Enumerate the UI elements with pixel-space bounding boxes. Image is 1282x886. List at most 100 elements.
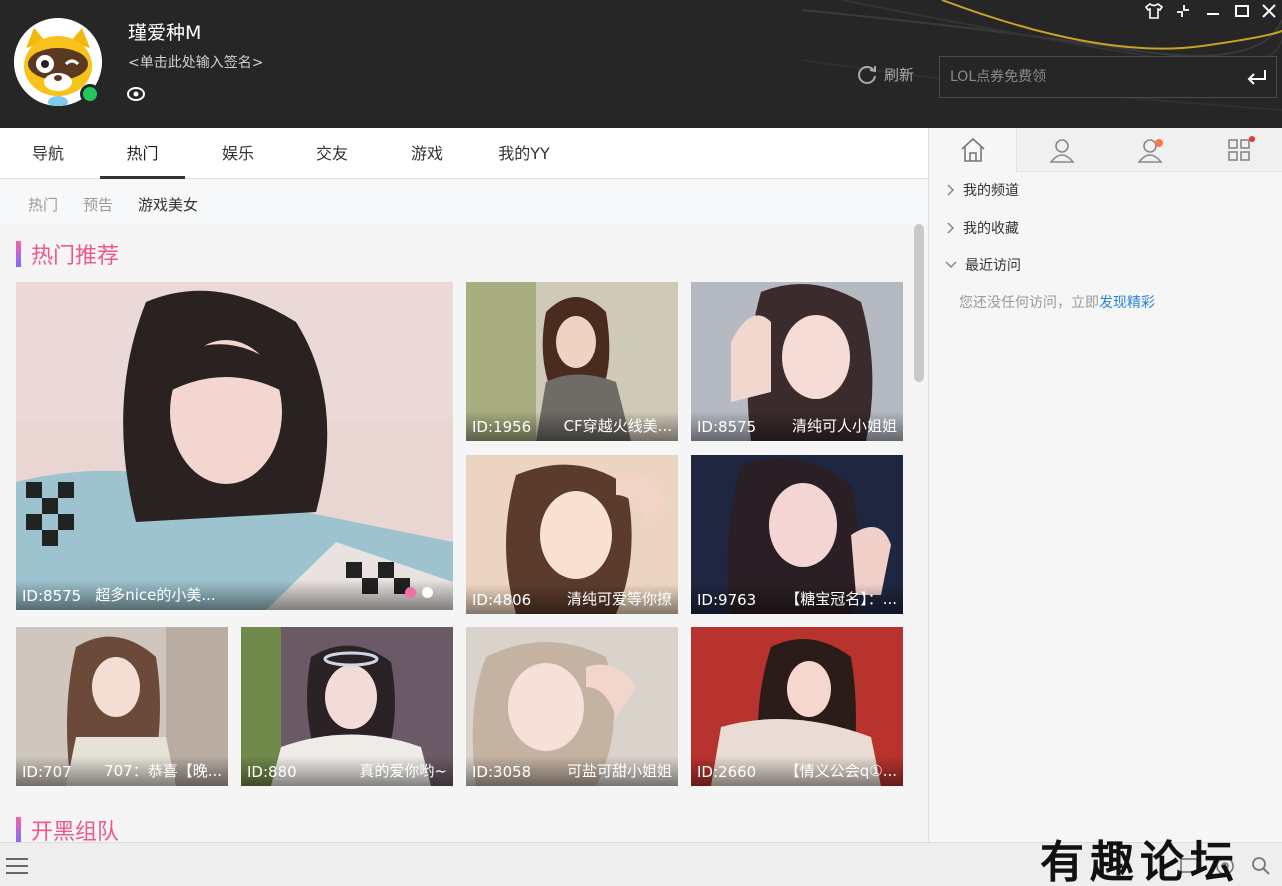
home-icon xyxy=(960,137,985,162)
mini-mode-icon xyxy=(1177,5,1189,17)
carousel-dots xyxy=(405,587,433,598)
apps-icon xyxy=(1228,136,1255,161)
side-tab-apps[interactable] xyxy=(1196,128,1282,172)
carousel-dot[interactable] xyxy=(405,587,416,598)
stream-caption: ID:8575 清纯可人小姐姐 xyxy=(691,411,903,441)
close-button[interactable] xyxy=(1256,0,1282,22)
stream-card-featured[interactable]: ID:8575 超多nice的小美... xyxy=(16,282,453,610)
side-tab-home[interactable] xyxy=(929,128,1017,172)
close-icon xyxy=(1262,4,1276,18)
tree-item-label: 最近访问 xyxy=(965,258,1021,274)
content-scrollbar[interactable] xyxy=(914,224,924,382)
yy-client-window: 瑾爱种M <单击此处输入签名> LOL点券免费领 导航 热门 娱乐 交友 游戏 … xyxy=(0,0,1282,886)
stream-caption: ID:9763 【糖宝冠名】：... xyxy=(691,584,903,614)
channel-id: ID:1956 xyxy=(472,418,532,436)
chevron-right-icon xyxy=(947,222,955,234)
main-content: 导航 热门 娱乐 交友 游戏 我的YY 热门 预告 游戏美女 热门推荐 ID:8… xyxy=(0,128,928,842)
stream-card[interactable]: ID:880 真的爱你哟~ xyxy=(241,627,453,786)
tree-item-label: 我的频道 xyxy=(963,183,1019,199)
user-nickname: 瑾爱种M xyxy=(128,22,202,44)
stream-caption: ID:1956 CF穿越火线美... xyxy=(466,411,678,441)
maximize-button[interactable] xyxy=(1229,0,1255,22)
visibility-eye-icon[interactable] xyxy=(126,84,146,104)
stream-thumbnail xyxy=(16,282,453,610)
search-box xyxy=(939,56,1277,98)
tree-item-my-channels[interactable]: 我的频道 xyxy=(945,178,1019,202)
side-tab-friends[interactable] xyxy=(1107,128,1195,172)
signature-input[interactable]: <单击此处输入签名> xyxy=(128,52,263,72)
stream-card[interactable]: ID:9763 【糖宝冠名】：... xyxy=(691,455,903,614)
search-input[interactable] xyxy=(940,57,1240,97)
stream-card[interactable]: ID:3058 可盐可甜小姐姐 xyxy=(466,627,678,786)
empty-tip-text: 您还没任何访问，立即 xyxy=(959,295,1099,311)
tab-my-yy[interactable]: 我的YY xyxy=(484,128,564,179)
chevron-right-icon xyxy=(947,184,955,196)
channel-id: ID:9763 xyxy=(697,591,757,609)
tab-nav[interactable]: 导航 xyxy=(14,128,82,179)
stream-title: 可盐可甜小姐姐 xyxy=(566,762,672,780)
stream-title: 【糖宝冠名】：... xyxy=(785,590,897,608)
friend-notify-icon xyxy=(1137,139,1163,163)
tree-item-recent[interactable]: 最近访问 xyxy=(945,253,1021,277)
side-panel: 我的频道 我的收藏 最近访问 您还没任何访问，立即发现精彩 xyxy=(928,128,1282,842)
stream-caption: ID:3058 可盐可甜小姐姐 xyxy=(466,756,678,786)
stream-card[interactable]: ID:4806 清纯可爱等你撩 xyxy=(466,455,678,614)
stream-card[interactable]: ID:2660 【情义公会q①... xyxy=(691,627,903,786)
contact-icon xyxy=(1049,139,1075,163)
refresh-button[interactable]: 刷新 xyxy=(856,62,914,86)
discover-link[interactable]: 发现精彩 xyxy=(1099,295,1155,311)
subtab-preview[interactable]: 预告 xyxy=(83,194,113,215)
stream-card[interactable]: ID:1956 CF穿越火线美... xyxy=(466,282,678,441)
stream-caption: ID:880 真的爱你哟~ xyxy=(241,756,453,786)
channel-id: ID:8575 xyxy=(22,587,82,605)
stream-title: 超多nice的小美... xyxy=(95,586,216,604)
side-tabs xyxy=(929,128,1282,172)
section-accent-bar xyxy=(16,817,21,842)
recent-empty-tip: 您还没任何访问，立即发现精彩 xyxy=(959,292,1155,312)
stream-card[interactable]: ID:707 707：恭喜【晚... xyxy=(16,627,228,786)
stream-title: 707：恭喜【晚... xyxy=(104,762,222,780)
tab-games[interactable]: 游戏 xyxy=(393,128,461,179)
search-icon[interactable] xyxy=(1250,855,1272,877)
channel-id: ID:2660 xyxy=(697,763,757,781)
stream-card[interactable]: ID:8575 清纯可人小姐姐 xyxy=(691,282,903,441)
enter-icon[interactable] xyxy=(1246,67,1268,87)
chevron-down-icon xyxy=(945,261,957,269)
stream-caption: ID:4806 清纯可爱等你撩 xyxy=(466,584,678,614)
stream-caption: ID:8575 超多nice的小美... xyxy=(16,580,453,610)
main-tabs: 导航 热门 娱乐 交友 游戏 我的YY xyxy=(0,128,928,179)
channel-id: ID:8575 xyxy=(697,418,757,436)
stream-title: 清纯可爱等你撩 xyxy=(566,590,672,608)
stream-caption: ID:2660 【情义公会q①... xyxy=(691,756,903,786)
minimize-icon xyxy=(1207,13,1219,15)
side-tab-contacts[interactable] xyxy=(1018,128,1106,172)
main-menu-icon[interactable] xyxy=(4,855,30,877)
skin-button[interactable] xyxy=(1141,0,1167,22)
subtab-hot[interactable]: 热门 xyxy=(28,194,58,215)
tree-item-favorites[interactable]: 我的收藏 xyxy=(945,216,1019,240)
tab-hot[interactable]: 热门 xyxy=(100,128,185,179)
refresh-icon xyxy=(858,66,876,84)
carousel-dot[interactable] xyxy=(422,587,433,598)
online-status-dot xyxy=(80,84,100,104)
section-accent-bar xyxy=(16,241,21,267)
subtab-game-girls[interactable]: 游戏美女 xyxy=(138,194,198,215)
section-title-team: 开黑组队 xyxy=(16,816,119,842)
tab-entertainment[interactable]: 娱乐 xyxy=(204,128,272,179)
maximize-icon xyxy=(1235,5,1249,17)
channel-id: ID:880 xyxy=(247,763,297,781)
profile-header: 瑾爱种M <单击此处输入签名> xyxy=(0,0,1282,128)
stream-title: 真的爱你哟~ xyxy=(359,762,447,780)
refresh-label: 刷新 xyxy=(884,65,915,84)
section-title-text: 开黑组队 xyxy=(31,820,120,842)
tab-social[interactable]: 交友 xyxy=(298,128,366,179)
section-title-text: 热门推荐 xyxy=(31,244,120,269)
stream-caption: ID:707 707：恭喜【晚... xyxy=(16,756,228,786)
skin-icon xyxy=(1145,3,1163,19)
minimize-button[interactable] xyxy=(1200,0,1226,22)
tree-item-label: 我的收藏 xyxy=(963,221,1019,237)
stream-title: CF穿越火线美... xyxy=(563,417,672,435)
channel-id: ID:707 xyxy=(22,763,72,781)
mini-mode-button[interactable] xyxy=(1170,0,1196,22)
stream-title: 【情义公会q①... xyxy=(784,762,897,780)
